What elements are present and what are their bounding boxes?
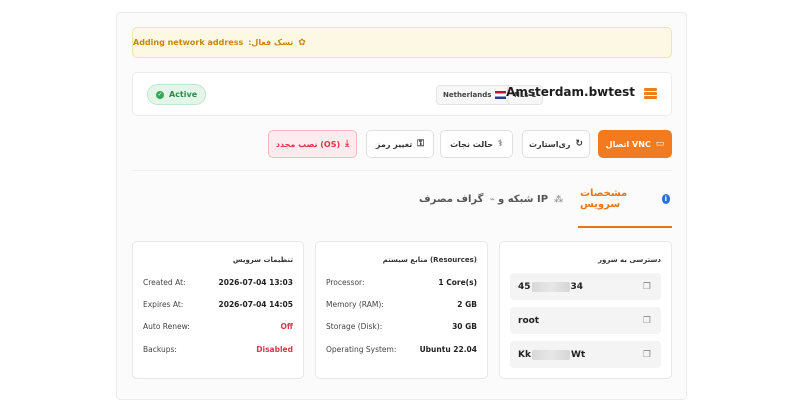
service-settings-panel: تنظیمات سرویس Created At: 2026-07-04 13:… (132, 241, 304, 379)
tab-bar: گراف مصرف ⌁ شبکه و IP ⁂ مشخصات سرویس i (132, 170, 672, 228)
os-value: Ubuntu 22.04 (419, 344, 477, 354)
server-icon (644, 88, 657, 100)
change-password-button[interactable]: تغییر رمز ⚿ (366, 130, 434, 158)
info-icon: i (661, 193, 670, 204)
action-bar: نصب مجدد (OS) ⤓ تغییر رمز ⚿ حالت نجات ⚕ … (0, 130, 800, 160)
ip-address-field: 45 34 ❐ (510, 273, 661, 300)
settings-row-created: Created At: 2026-07-04 13:03 (143, 275, 293, 289)
username-value: root (518, 315, 540, 326)
processor-value: 1 Core(s) (438, 277, 477, 287)
copy-icon[interactable]: ❐ (643, 350, 651, 360)
auto-renew-value: Off (280, 321, 293, 331)
location-text: Netherlands (443, 91, 492, 99)
server-hostname: Amsterdam.bwtest (506, 85, 635, 99)
password-prefix: Kk (518, 349, 531, 360)
system-resources-panel: منابع سیستم (Resources) Processor: 1 Cor… (315, 241, 488, 379)
vnc-connect-button[interactable]: اتصال VNC ▭ (598, 130, 672, 158)
password-suffix: Wt (570, 349, 586, 360)
chart-icon: ⌁ (489, 194, 495, 205)
storage-value: 30 GB (452, 321, 477, 331)
password-field: Kk Wt ❐ (510, 341, 661, 368)
created-at-value: 2026-07-04 13:03 (218, 277, 293, 287)
change-password-label: تغییر رمز (375, 139, 413, 149)
redacted-mask (531, 281, 570, 292)
tab-network-ip-label: شبکه و IP (498, 194, 549, 205)
redacted-mask (531, 349, 570, 360)
location-badge: Netherlands (436, 85, 514, 105)
auto-renew-label: Auto Renew: (143, 321, 190, 331)
ip-prefix: 45 (518, 281, 531, 292)
tab-network-ip[interactable]: شبکه و IP ⁂ (498, 171, 563, 228)
expires-at-value: 2026-07-04 14:05 (218, 299, 293, 309)
password-value: Kk Wt (518, 349, 586, 360)
key-icon: ⚿ (417, 139, 425, 149)
ip-address-value: 45 34 (518, 281, 584, 292)
expires-at-label: Expires At: (143, 299, 184, 309)
resource-row-memory: Memory (RAM): 2 GB (326, 297, 477, 311)
reinstall-os-label: نصب مجدد (OS) (275, 139, 341, 149)
gear-icon: ✿ (298, 37, 306, 48)
tab-service-specs[interactable]: مشخصات سرویس i (578, 171, 672, 228)
storage-label: Storage (Disk): (326, 321, 383, 331)
server-header: ✓ Active Netherlands NLs-1 Amsterdam.bwt… (132, 72, 672, 116)
os-label: Operating System: (326, 344, 397, 354)
download-icon: ⤓ (345, 139, 350, 149)
network-icon: ⁂ (554, 194, 564, 205)
ip-suffix: 34 (570, 281, 584, 292)
settings-row-backups: Backups: Disabled (143, 342, 293, 356)
settings-row-expires: Expires At: 2026-07-04 14:05 (143, 297, 293, 311)
copy-icon[interactable]: ❐ (643, 316, 651, 326)
refresh-icon: ↻ (575, 139, 583, 149)
copy-icon[interactable]: ❐ (643, 282, 651, 292)
backups-value: Disabled (256, 344, 293, 354)
active-task-value: Adding network address (133, 38, 244, 47)
monitor-icon: ▭ (655, 139, 665, 149)
restart-button[interactable]: ری‌استارت ↻ (522, 130, 590, 158)
system-resources-title: منابع سیستم (Resources) (382, 256, 477, 264)
memory-label: Memory (RAM): (326, 299, 384, 309)
rescue-mode-label: حالت نجات (450, 139, 493, 149)
username-field: root ❐ (510, 307, 661, 334)
created-at-label: Created At: (143, 277, 186, 287)
server-access-panel: دسترسی به سرور 45 34 ❐ root ❐ Kk Wt ❐ (499, 241, 672, 379)
check-icon: ✓ (156, 90, 164, 99)
resource-row-storage: Storage (Disk): 30 GB (326, 319, 477, 333)
service-settings-title: تنظیمات سرویس (232, 256, 293, 264)
rescue-mode-button[interactable]: حالت نجات ⚕ (440, 130, 513, 158)
status-badge: ✓ Active (147, 84, 207, 105)
vnc-connect-label: اتصال VNC (605, 139, 651, 149)
settings-row-auto-renew: Auto Renew: Off (143, 319, 293, 333)
status-text: Active (169, 90, 198, 99)
reinstall-os-button[interactable]: نصب مجدد (OS) ⤓ (268, 130, 357, 158)
memory-value: 2 GB (457, 299, 477, 309)
tab-usage-graph[interactable]: گراف مصرف ⌁ (419, 171, 495, 228)
server-access-title: دسترسی به سرور (597, 256, 661, 264)
netherlands-flag-icon (495, 91, 507, 99)
resource-row-os: Operating System: Ubuntu 22.04 (326, 342, 477, 356)
tab-usage-graph-label: گراف مصرف (419, 194, 484, 205)
processor-label: Processor: (326, 277, 365, 287)
resource-row-processor: Processor: 1 Core(s) (326, 275, 477, 289)
tab-service-specs-label: مشخصات سرویس (580, 187, 628, 210)
active-task-label: تسک فعال: (248, 38, 294, 47)
active-task-banner: ✿ تسک فعال: Adding network address (132, 27, 672, 58)
backups-label: Backups: (143, 344, 177, 354)
restart-label: ری‌استارت (528, 139, 571, 149)
lifebuoy-icon: ⚕ (497, 139, 503, 149)
